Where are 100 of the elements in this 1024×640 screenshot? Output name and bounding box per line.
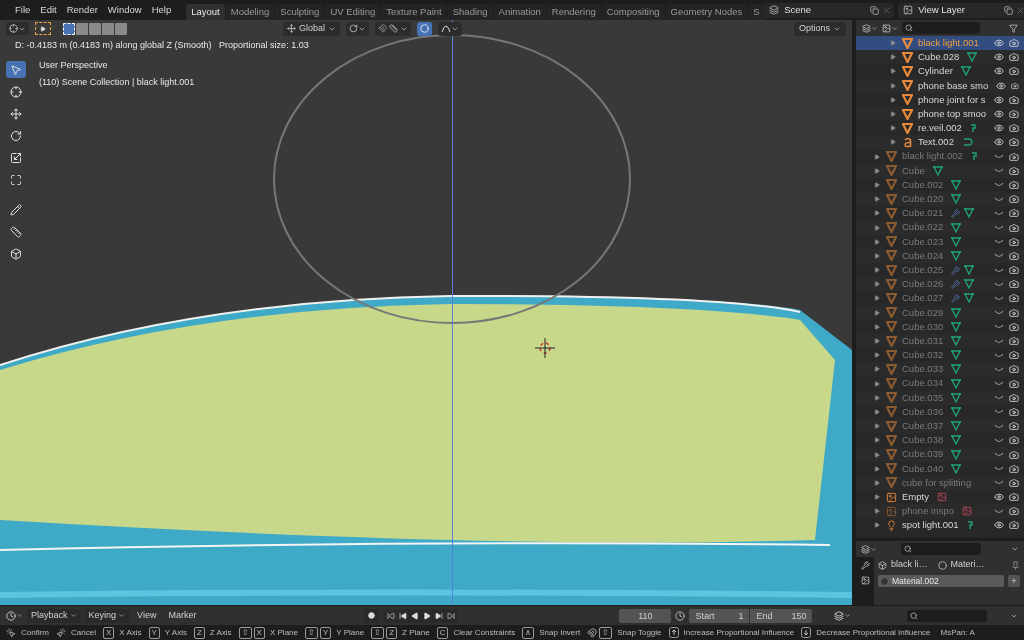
menu-item[interactable]: Help xyxy=(146,2,177,18)
eye-icon[interactable] xyxy=(994,123,1004,134)
camera-icon[interactable] xyxy=(1009,250,1019,261)
camera-icon[interactable] xyxy=(1009,350,1019,361)
eye-icon[interactable] xyxy=(994,52,1004,63)
outliner-row[interactable]: black light.001 xyxy=(856,36,1024,51)
timeline-menu[interactable]: Keying xyxy=(84,608,130,623)
camera-icon[interactable] xyxy=(1009,421,1019,432)
eye-icon[interactable] xyxy=(994,137,1004,148)
menu-item[interactable]: Window xyxy=(102,2,147,18)
camera-icon[interactable] xyxy=(1009,463,1019,474)
camera-icon[interactable] xyxy=(1009,449,1019,460)
camera-icon[interactable] xyxy=(1009,208,1019,219)
outliner-search-field[interactable] xyxy=(902,22,980,34)
play-icon[interactable] xyxy=(423,611,432,620)
editor-type-dropdown[interactable] xyxy=(6,22,29,35)
camera-icon[interactable] xyxy=(1009,151,1019,162)
pivot-dropdown[interactable] xyxy=(345,21,369,36)
add-slot-button[interactable]: + xyxy=(1008,575,1020,587)
falloff-dropdown[interactable] xyxy=(437,21,462,36)
workspace-tab[interactable]: UV Editing xyxy=(325,4,381,20)
outliner-editor-dropdown[interactable] xyxy=(862,23,878,33)
workspace-tab[interactable]: Sculpting xyxy=(275,4,325,20)
eye-icon[interactable] xyxy=(994,38,1004,49)
camera-icon[interactable] xyxy=(1009,279,1019,290)
menu-item[interactable]: Edit xyxy=(35,2,62,18)
camera-icon[interactable] xyxy=(1009,406,1019,417)
camera-icon[interactable] xyxy=(1009,392,1019,403)
next-keyframe-icon[interactable] xyxy=(435,611,444,620)
camera-icon[interactable] xyxy=(1009,364,1019,375)
workspace-tab[interactable]: S xyxy=(748,4,765,20)
workspace-tab[interactable]: Compositing xyxy=(601,4,665,20)
options-dropdown[interactable]: Options xyxy=(793,21,846,36)
select-box-tool[interactable] xyxy=(35,22,51,35)
workspace-tab[interactable]: Modeling xyxy=(225,4,275,20)
workspace-tab[interactable]: Animation xyxy=(493,4,546,20)
camera-icon[interactable] xyxy=(1009,179,1019,190)
camera-icon[interactable] xyxy=(1009,477,1019,488)
properties-editor-dropdown[interactable] xyxy=(861,544,877,554)
timeline-menu[interactable]: View xyxy=(133,608,161,623)
end-frame-field[interactable]: End 150 xyxy=(750,608,813,623)
timeline-menu[interactable]: Marker xyxy=(164,608,201,623)
render-tab-icon[interactable] xyxy=(860,576,870,585)
editor-type-dropdown[interactable] xyxy=(834,610,852,621)
workspace-tab[interactable]: Texture Paint xyxy=(381,4,447,20)
eye-icon[interactable] xyxy=(994,492,1004,503)
duplicate-icon[interactable] xyxy=(870,5,880,15)
start-frame-field[interactable]: Start 1 xyxy=(689,608,750,623)
duplicate-icon[interactable] xyxy=(1004,5,1014,15)
camera-icon[interactable] xyxy=(1009,321,1019,332)
search-field[interactable] xyxy=(907,609,988,622)
camera-icon[interactable] xyxy=(1009,222,1019,233)
proportional-edit-toggle[interactable] xyxy=(416,21,432,36)
camera-icon[interactable] xyxy=(1009,307,1019,318)
camera-icon[interactable] xyxy=(1011,80,1019,91)
camera-icon[interactable] xyxy=(1009,293,1019,304)
eye-icon[interactable] xyxy=(994,520,1004,531)
jump-end-icon[interactable] xyxy=(447,611,456,620)
eye-icon[interactable] xyxy=(996,80,1007,91)
view-layer-selector[interactable]: View Layer xyxy=(898,2,1024,18)
camera-icon[interactable] xyxy=(1009,236,1019,247)
camera-icon[interactable] xyxy=(1009,378,1019,389)
eye-icon[interactable] xyxy=(994,66,1004,77)
camera-icon[interactable] xyxy=(1009,52,1019,63)
workspace-tab[interactable]: Geometry Nodes xyxy=(665,4,748,20)
properties-search-field[interactable] xyxy=(901,543,981,555)
caret-icon[interactable] xyxy=(1011,545,1019,553)
jump-start-icon[interactable] xyxy=(387,611,396,620)
menu-item[interactable]: File xyxy=(10,2,36,18)
play-reverse-icon[interactable] xyxy=(411,611,420,620)
eye-icon[interactable] xyxy=(994,94,1004,105)
timeline-menu[interactable]: Playback xyxy=(27,608,81,623)
current-frame-field[interactable]: 110 xyxy=(619,608,672,623)
workspace-tab[interactable]: Layout xyxy=(186,4,225,20)
editor-type-dropdown[interactable] xyxy=(6,610,23,621)
record-button[interactable] xyxy=(364,608,380,623)
material-slot[interactable]: Material.002 xyxy=(878,575,1004,587)
orientation-dropdown[interactable]: Global xyxy=(282,21,340,36)
filter-icon[interactable] xyxy=(1009,23,1018,33)
pin-icon[interactable] xyxy=(1011,560,1020,570)
previous-keyframe-icon[interactable] xyxy=(399,611,408,620)
camera-icon[interactable] xyxy=(1009,520,1019,531)
camera-icon[interactable] xyxy=(1009,94,1019,105)
camera-icon[interactable] xyxy=(1009,137,1019,148)
camera-icon[interactable] xyxy=(1009,506,1019,517)
tool-tab-icon[interactable] xyxy=(860,561,870,570)
scene-selector[interactable]: Scene xyxy=(764,2,895,18)
tool-button[interactable] xyxy=(6,61,26,78)
camera-icon[interactable] xyxy=(1009,165,1019,176)
camera-icon[interactable] xyxy=(1009,109,1019,120)
camera-icon[interactable] xyxy=(1009,194,1019,205)
snap-toggle[interactable] xyxy=(374,21,411,36)
camera-icon[interactable] xyxy=(1009,38,1019,49)
workspace-tab[interactable]: Shading xyxy=(447,4,493,20)
menu-item[interactable]: Render xyxy=(61,2,103,18)
camera-icon[interactable] xyxy=(1009,66,1019,77)
stopwatch-icon[interactable] xyxy=(675,610,686,621)
selection-mode-button[interactable] xyxy=(63,22,75,35)
camera-icon[interactable] xyxy=(1009,265,1019,276)
camera-icon[interactable] xyxy=(1009,435,1019,446)
